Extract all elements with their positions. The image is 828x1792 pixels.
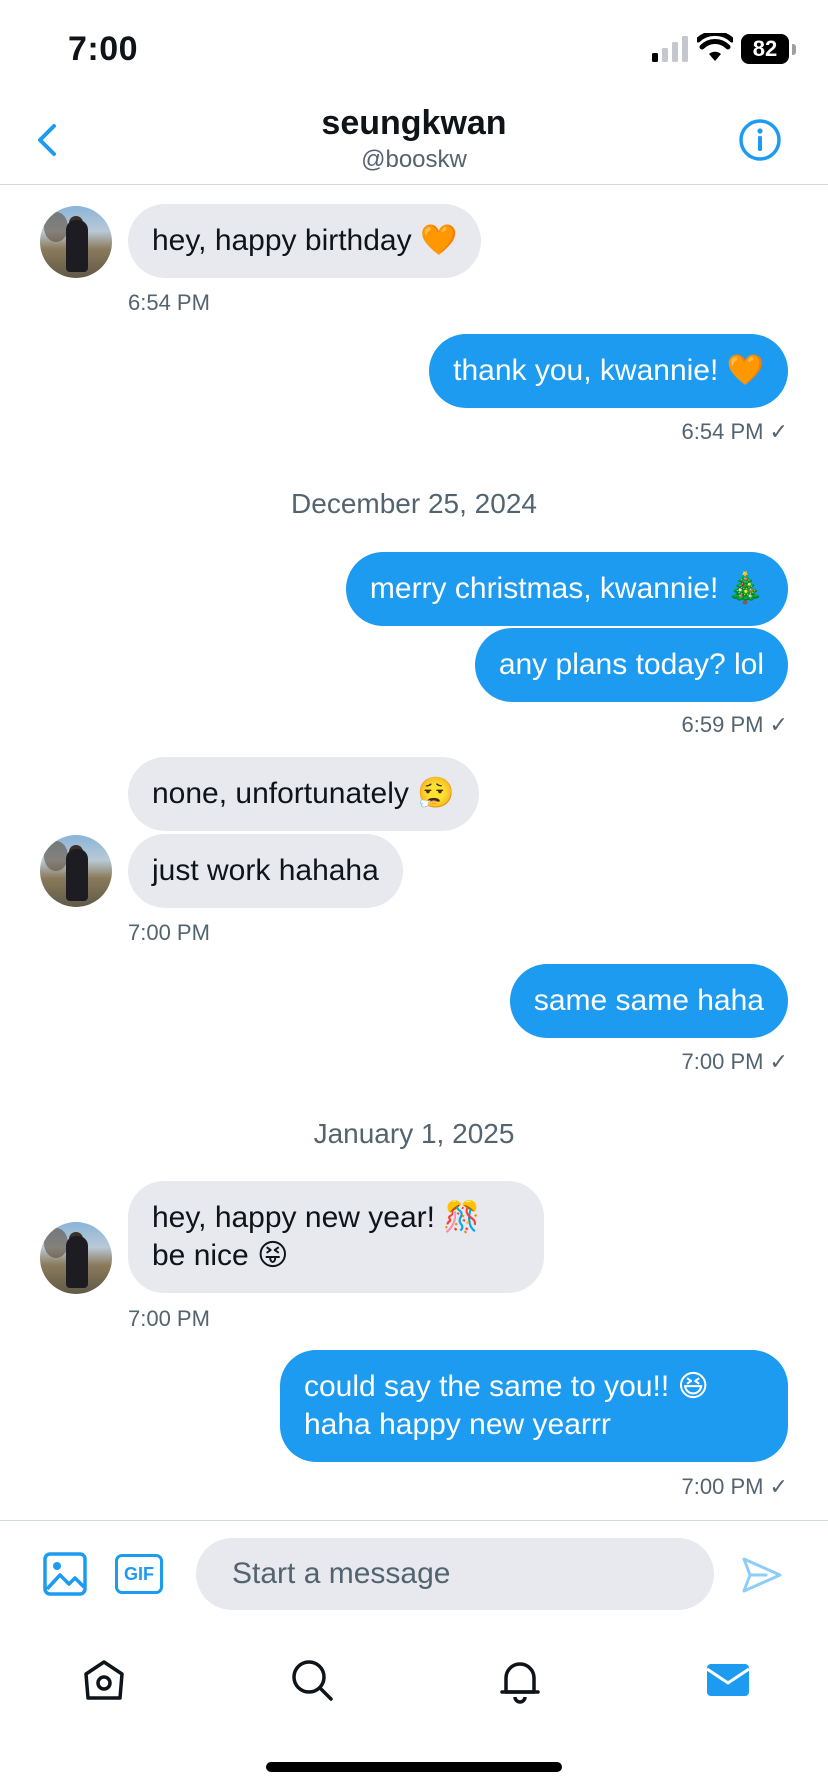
search-icon[interactable]	[288, 1656, 336, 1704]
wifi-icon	[697, 33, 733, 61]
message-bubble-incoming[interactable]: hey, happy birthday 🧡	[128, 204, 482, 278]
message-time: 6:54 PM ✓	[681, 419, 788, 444]
status-bar: 7:00 82	[0, 0, 828, 100]
contact-name[interactable]: seungkwan	[0, 104, 828, 143]
message-time: 7:00 PM ✓	[681, 1049, 788, 1074]
home-icon[interactable]	[80, 1656, 128, 1704]
bottom-tab-bar	[0, 1628, 828, 1738]
message-bubble-outgoing[interactable]: any plans today? lol	[474, 628, 788, 702]
message-line: be nice 😝	[152, 1239, 289, 1272]
message-time: 6:54 PM	[128, 290, 210, 315]
mail-icon[interactable]	[704, 1656, 752, 1704]
message-time: 7:00 PM	[128, 920, 210, 945]
bell-icon[interactable]	[496, 1656, 544, 1704]
message-input[interactable]	[196, 1538, 714, 1610]
message-bubble-outgoing[interactable]: merry christmas, kwannie! 🎄	[345, 552, 788, 626]
date-separator: December 25, 2024	[291, 488, 537, 519]
conversation-header: seungkwan @booskw	[0, 100, 828, 185]
status-time: 7:00	[68, 30, 139, 68]
message-line: haha happy new yearrr	[304, 1408, 611, 1441]
battery-icon: 82	[741, 34, 797, 64]
message-bubble-incoming[interactable]: hey, happy new year! 🎊 be nice 😝	[128, 1181, 544, 1293]
info-icon[interactable]	[738, 118, 782, 162]
message-time: 6:59 PM ✓	[681, 712, 788, 737]
contact-avatar[interactable]	[40, 835, 112, 907]
message-time: 7:00 PM ✓	[681, 1474, 788, 1499]
message-bubble-incoming[interactable]: none, unfortunately 😮‍💨	[128, 757, 479, 831]
send-icon[interactable]	[740, 1553, 784, 1597]
date-separator: January 1, 2025	[313, 1118, 515, 1149]
message-bubble-outgoing[interactable]: same same haha	[509, 964, 788, 1038]
message-time: 7:00 PM	[128, 1306, 210, 1331]
contact-handle: @booskw	[361, 146, 467, 173]
message-bubble-outgoing[interactable]: could say the same to you!! 😆 haha happy…	[280, 1350, 788, 1462]
battery-level: 82	[741, 34, 789, 64]
message-composer: GIF	[0, 1520, 828, 1628]
contact-avatar[interactable]	[40, 1222, 112, 1294]
message-line: hey, happy new year! 🎊	[152, 1201, 481, 1234]
contact-avatar[interactable]	[40, 206, 112, 278]
message-bubble-outgoing[interactable]: thank you, kwannie! 🧡	[429, 334, 788, 408]
message-line: could say the same to you!! 😆	[304, 1370, 709, 1403]
gif-icon[interactable]: GIF	[115, 1554, 163, 1594]
message-bubble-incoming[interactable]: just work hahaha	[128, 834, 403, 908]
image-icon[interactable]	[42, 1551, 88, 1597]
cellular-signal-icon	[652, 36, 688, 62]
home-indicator	[266, 1762, 562, 1772]
